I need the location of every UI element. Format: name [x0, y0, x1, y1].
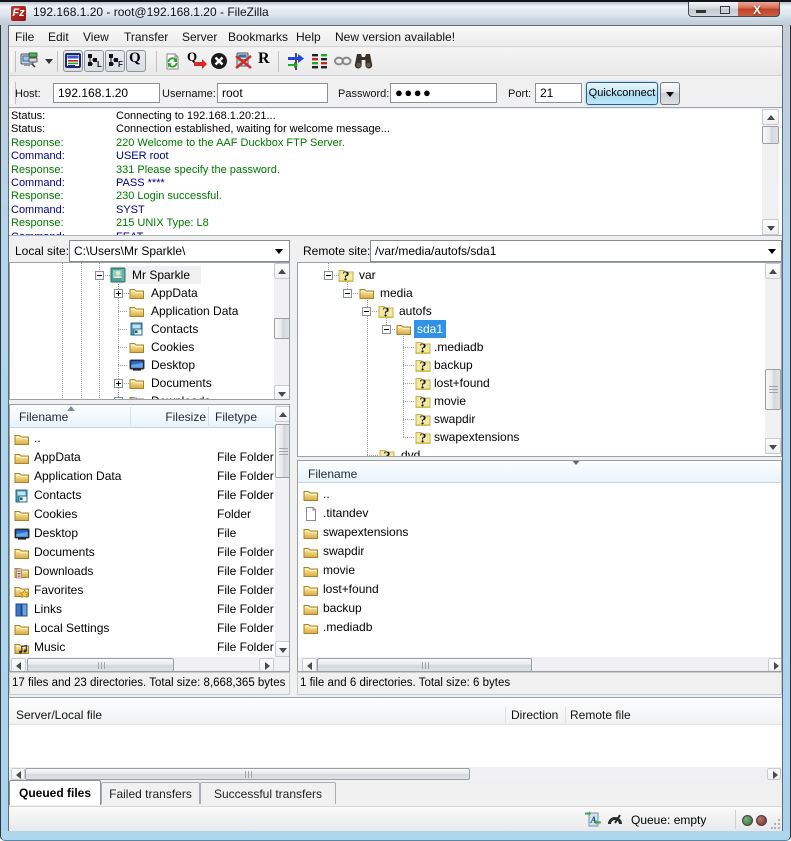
svg-text:F: F: [118, 60, 123, 69]
svg-text:L: L: [97, 60, 102, 69]
